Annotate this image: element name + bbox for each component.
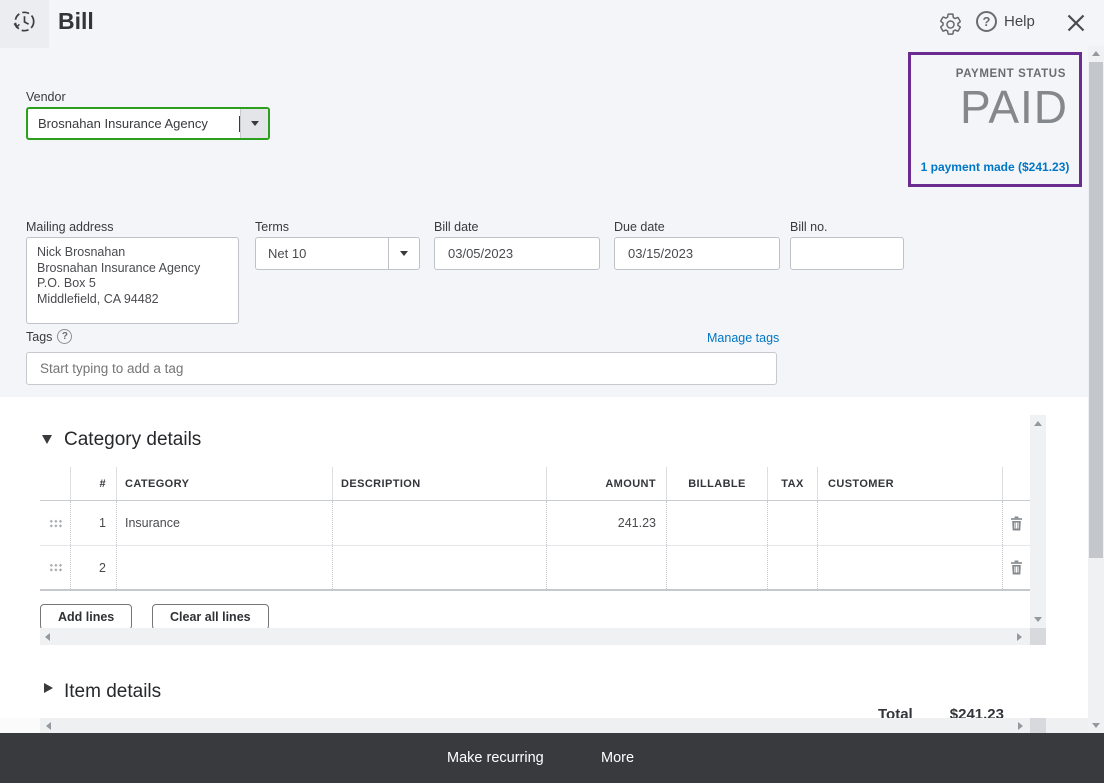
table-header-row: # CATEGORY DESCRIPTION AMOUNT BILLABLE T…: [40, 467, 1030, 501]
tax-cell[interactable]: [767, 546, 817, 589]
tags-input[interactable]: [26, 352, 777, 385]
close-icon[interactable]: [1062, 9, 1090, 37]
category-cell[interactable]: Insurance: [116, 501, 332, 545]
payment-made-link[interactable]: 1 payment made ($241.23): [911, 160, 1079, 174]
terms-label: Terms: [255, 220, 289, 234]
drag-dots-icon: [48, 518, 62, 529]
scroll-left-icon[interactable]: [46, 722, 51, 730]
scrollbar-thumb[interactable]: [0, 718, 40, 733]
customer-cell[interactable]: [817, 501, 1002, 545]
help-icon: ?: [976, 11, 997, 32]
category-details-title[interactable]: Category details: [64, 429, 201, 451]
terms-combobox[interactable]: Net 10: [255, 237, 420, 270]
header-number: #: [70, 467, 116, 500]
drag-handle[interactable]: [40, 501, 70, 545]
table-vertical-scrollbar[interactable]: [1030, 415, 1046, 628]
scroll-right-icon[interactable]: [1017, 633, 1022, 641]
mailing-address-label: Mailing address: [26, 220, 114, 234]
payment-status-value: PAID: [911, 82, 1068, 132]
manage-tags-link[interactable]: Manage tags: [707, 331, 779, 345]
description-cell[interactable]: [332, 501, 546, 545]
header-amount: AMOUNT: [546, 467, 666, 500]
clock-history-icon: [11, 8, 38, 40]
item-details-title[interactable]: Item details: [64, 681, 161, 703]
row-number: 1: [70, 501, 116, 545]
chevron-down-icon: [400, 251, 408, 256]
trash-icon: [1010, 560, 1023, 575]
amount-cell[interactable]: 241.23: [546, 501, 666, 545]
page-vertical-scrollbar[interactable]: [1088, 46, 1104, 733]
vendor-dropdown-arrow[interactable]: [240, 109, 268, 138]
delete-row-button[interactable]: [1002, 501, 1030, 545]
drag-handle[interactable]: [40, 546, 70, 589]
bill-form-window: Bill ? Help PAYMENT STATUS PAID 1 paymen…: [0, 0, 1104, 783]
tags-label: Tags: [26, 330, 52, 344]
header-description: DESCRIPTION: [332, 467, 546, 500]
help-button[interactable]: ? Help: [976, 11, 1035, 32]
tags-help-icon[interactable]: ?: [57, 329, 72, 344]
mailing-address-field[interactable]: Nick Brosnahan Brosnahan Insurance Agenc…: [26, 237, 239, 324]
customer-cell[interactable]: [817, 546, 1002, 589]
description-cell[interactable]: [332, 546, 546, 589]
collapse-category-details-icon[interactable]: [42, 435, 52, 444]
page-title: Bill: [58, 8, 94, 35]
chevron-down-icon: [251, 121, 259, 126]
trash-icon: [1010, 516, 1023, 531]
bill-date-input[interactable]: [434, 237, 600, 270]
scrollbar-corner: [1030, 628, 1046, 645]
scroll-left-icon[interactable]: [45, 633, 50, 641]
add-lines-button[interactable]: Add lines: [40, 604, 132, 630]
terms-dropdown-arrow[interactable]: [388, 238, 419, 269]
vendor-combobox[interactable]: Brosnahan Insurance Agency: [26, 107, 270, 140]
header-tax: TAX: [767, 467, 817, 500]
make-recurring-button[interactable]: Make recurring: [447, 733, 544, 783]
clear-all-lines-button[interactable]: Clear all lines: [152, 604, 269, 630]
payment-status-label: PAYMENT STATUS: [911, 68, 1066, 80]
table-row: 1 Insurance 241.23: [40, 501, 1030, 546]
page-horizontal-scrollbar[interactable]: [0, 718, 1088, 733]
due-date-label: Due date: [614, 220, 665, 234]
category-cell[interactable]: [116, 546, 332, 589]
header-billable: BILLABLE: [666, 467, 767, 500]
amount-cell[interactable]: [546, 546, 666, 589]
scroll-down-icon[interactable]: [1034, 617, 1042, 622]
scrollbar-thumb[interactable]: [1089, 62, 1103, 558]
more-button[interactable]: More: [601, 733, 634, 783]
table-row: 2: [40, 546, 1030, 591]
tax-cell[interactable]: [767, 501, 817, 545]
delete-row-button[interactable]: [1002, 546, 1030, 589]
recent-transactions-button[interactable]: [0, 0, 49, 48]
total-label: Total: [878, 704, 913, 718]
total-row: Total $241.23: [850, 704, 1030, 718]
billable-cell[interactable]: [666, 501, 767, 545]
vendor-value: Brosnahan Insurance Agency: [28, 116, 239, 131]
scroll-right-icon[interactable]: [1018, 722, 1023, 730]
terms-value: Net 10: [256, 246, 388, 261]
scrollbar-corner: [1030, 718, 1046, 733]
gear-icon[interactable]: [936, 10, 964, 38]
scroll-up-icon[interactable]: [1092, 51, 1100, 56]
payment-status-panel: PAYMENT STATUS PAID 1 payment made ($241…: [908, 52, 1082, 187]
table-horizontal-scrollbar[interactable]: [40, 628, 1030, 645]
header-customer: CUSTOMER: [817, 467, 1002, 500]
help-label: Help: [1004, 13, 1035, 30]
header-drag-column: [40, 467, 70, 500]
drag-dots-icon: [48, 562, 62, 573]
footer-bar: Cancel Make recurring More Save Save and…: [0, 733, 1104, 783]
category-details-table: # CATEGORY DESCRIPTION AMOUNT BILLABLE T…: [40, 467, 1030, 591]
scroll-up-icon[interactable]: [1034, 421, 1042, 426]
bill-date-label: Bill date: [434, 220, 478, 234]
vendor-label: Vendor: [26, 90, 66, 104]
billable-cell[interactable]: [666, 546, 767, 589]
bill-no-label: Bill no.: [790, 220, 828, 234]
header-trash-column: [1002, 467, 1030, 500]
total-value: $241.23: [950, 704, 1004, 718]
scroll-down-icon[interactable]: [1092, 723, 1100, 728]
header-category: CATEGORY: [116, 467, 332, 500]
due-date-input[interactable]: [614, 237, 780, 270]
row-number: 2: [70, 546, 116, 589]
expand-item-details-icon[interactable]: [44, 683, 53, 693]
bill-no-input[interactable]: [790, 237, 904, 270]
